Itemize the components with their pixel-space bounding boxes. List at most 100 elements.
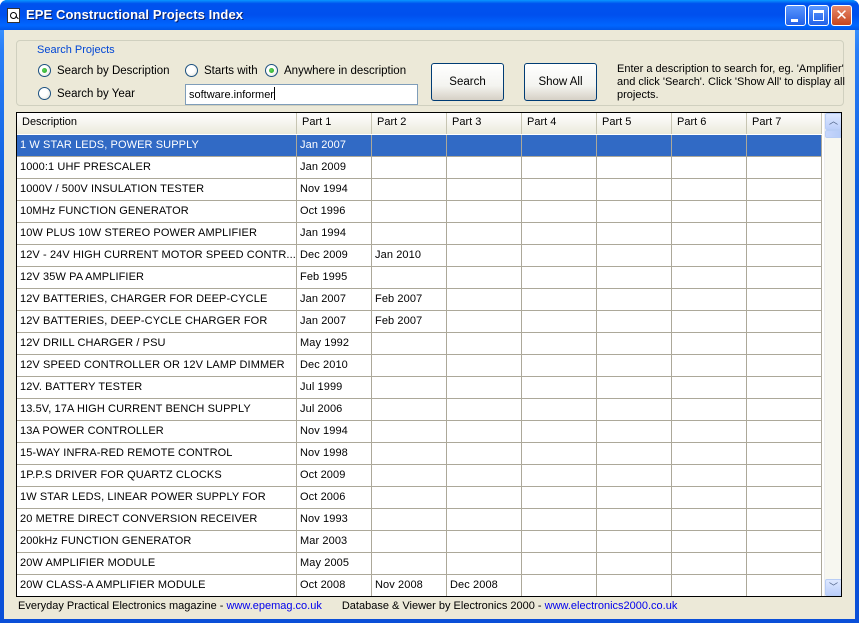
part-1-cell[interactable]: Jan 2007 — [297, 311, 372, 333]
description-cell[interactable]: 10W PLUS 10W STEREO POWER AMPLIFIER — [17, 223, 297, 245]
part-6-cell[interactable] — [672, 575, 747, 596]
part-3-cell[interactable] — [447, 465, 522, 487]
part-2-cell[interactable] — [372, 179, 447, 201]
description-cell[interactable]: 200kHz FUNCTION GENERATOR — [17, 531, 297, 553]
part-2-cell[interactable] — [372, 487, 447, 509]
part-7-cell[interactable] — [747, 377, 822, 399]
part-3-cell[interactable] — [447, 443, 522, 465]
starts-with-radio[interactable]: Starts with — [185, 64, 258, 77]
part-3-cell[interactable] — [447, 399, 522, 421]
part-2-cell[interactable] — [372, 135, 447, 157]
part-2-cell[interactable] — [372, 509, 447, 531]
part-7-cell[interactable] — [747, 201, 822, 223]
table-row[interactable]: 12V BATTERIES, CHARGER FOR DEEP-CYCLE Jan… — [17, 289, 822, 311]
part-3-cell[interactable] — [447, 377, 522, 399]
part-1-cell[interactable]: Oct 2006 — [297, 487, 372, 509]
part-5-cell[interactable] — [597, 443, 672, 465]
part-5-cell[interactable] — [597, 333, 672, 355]
description-cell[interactable]: 12V. BATTERY TESTER — [17, 377, 297, 399]
electronics2000-link[interactable]: www.electronics2000.co.uk — [545, 600, 678, 612]
part-1-cell[interactable]: Oct 2008 — [297, 575, 372, 596]
description-cell[interactable]: 20W CLASS-A AMPLIFIER MODULE — [17, 575, 297, 596]
part-7-cell[interactable] — [747, 421, 822, 443]
part-5-cell[interactable] — [597, 575, 672, 596]
minimize-button[interactable] — [785, 5, 806, 26]
part-3-cell[interactable] — [447, 487, 522, 509]
description-cell[interactable]: 12V BATTERIES, DEEP-CYCLE CHARGER FOR — [17, 311, 297, 333]
part-7-cell[interactable] — [747, 245, 822, 267]
part-7-cell[interactable] — [747, 267, 822, 289]
part-7-cell[interactable] — [747, 443, 822, 465]
column-header-part-7[interactable]: Part 7 — [747, 113, 822, 134]
description-cell[interactable]: 1000V / 500V INSULATION TESTER — [17, 179, 297, 201]
part-4-cell[interactable] — [522, 399, 597, 421]
part-5-cell[interactable] — [597, 509, 672, 531]
table-row[interactable]: 1P.P.S DRIVER FOR QUARTZ CLOCKS Oct 2009 — [17, 465, 822, 487]
part-1-cell[interactable]: Jul 2006 — [297, 399, 372, 421]
part-5-cell[interactable] — [597, 201, 672, 223]
part-7-cell[interactable] — [747, 487, 822, 509]
description-cell[interactable]: 20 METRE DIRECT CONVERSION RECEIVER — [17, 509, 297, 531]
table-row[interactable]: 1000:1 UHF PRESCALER Jan 2009 — [17, 157, 822, 179]
part-1-cell[interactable]: Oct 1996 — [297, 201, 372, 223]
description-cell[interactable]: 12V SPEED CONTROLLER OR 12V LAMP DIMMER — [17, 355, 297, 377]
part-2-cell[interactable]: Nov 2008 — [372, 575, 447, 596]
part-6-cell[interactable] — [672, 553, 747, 575]
table-row[interactable]: 1000V / 500V INSULATION TESTER Nov 1994 — [17, 179, 822, 201]
part-4-cell[interactable] — [522, 157, 597, 179]
part-3-cell[interactable] — [447, 245, 522, 267]
description-cell[interactable]: 13.5V, 17A HIGH CURRENT BENCH SUPPLY — [17, 399, 297, 421]
part-4-cell[interactable] — [522, 509, 597, 531]
part-7-cell[interactable] — [747, 399, 822, 421]
part-2-cell[interactable] — [372, 355, 447, 377]
part-5-cell[interactable] — [597, 421, 672, 443]
part-7-cell[interactable] — [747, 531, 822, 553]
part-6-cell[interactable] — [672, 421, 747, 443]
part-7-cell[interactable] — [747, 333, 822, 355]
part-1-cell[interactable]: Jan 2007 — [297, 289, 372, 311]
part-6-cell[interactable] — [672, 377, 747, 399]
part-4-cell[interactable] — [522, 487, 597, 509]
part-7-cell[interactable] — [747, 553, 822, 575]
part-3-cell[interactable] — [447, 157, 522, 179]
part-6-cell[interactable] — [672, 355, 747, 377]
part-6-cell[interactable] — [672, 267, 747, 289]
part-5-cell[interactable] — [597, 487, 672, 509]
part-7-cell[interactable] — [747, 157, 822, 179]
part-1-cell[interactable]: Nov 1994 — [297, 179, 372, 201]
part-4-cell[interactable] — [522, 223, 597, 245]
table-row[interactable]: 12V 35W PA AMPLIFIER Feb 1995 — [17, 267, 822, 289]
part-3-cell[interactable] — [447, 333, 522, 355]
part-3-cell[interactable] — [447, 421, 522, 443]
part-7-cell[interactable] — [747, 223, 822, 245]
part-5-cell[interactable] — [597, 399, 672, 421]
column-header-part-3[interactable]: Part 3 — [447, 113, 522, 134]
table-row[interactable]: 10W PLUS 10W STEREO POWER AMPLIFIER Jan 1… — [17, 223, 822, 245]
part-2-cell[interactable] — [372, 201, 447, 223]
part-5-cell[interactable] — [597, 157, 672, 179]
column-header-part-1[interactable]: Part 1 — [297, 113, 372, 134]
table-row[interactable]: 12V BATTERIES, DEEP-CYCLE CHARGER FOR Jan… — [17, 311, 822, 333]
part-7-cell[interactable] — [747, 509, 822, 531]
projects-grid[interactable]: Description Part 1 Part 2 Part 3 Part 4 Part … — [16, 112, 842, 597]
anywhere-in-description-radio[interactable]: Anywhere in description — [265, 64, 406, 77]
part-2-cell[interactable] — [372, 223, 447, 245]
part-5-cell[interactable] — [597, 311, 672, 333]
description-cell[interactable]: 1P.P.S DRIVER FOR QUARTZ CLOCKS — [17, 465, 297, 487]
magnifier-document-icon[interactable] — [7, 8, 20, 23]
part-2-cell[interactable] — [372, 377, 447, 399]
part-5-cell[interactable] — [597, 531, 672, 553]
part-6-cell[interactable] — [672, 157, 747, 179]
column-header-part-4[interactable]: Part 4 — [522, 113, 597, 134]
part-5-cell[interactable] — [597, 245, 672, 267]
close-button[interactable]: ✕ — [831, 5, 852, 26]
part-1-cell[interactable]: Jan 1994 — [297, 223, 372, 245]
part-4-cell[interactable] — [522, 465, 597, 487]
show-all-button[interactable]: Show All — [524, 63, 597, 101]
part-1-cell[interactable]: Jan 2009 — [297, 157, 372, 179]
table-row[interactable]: 1W STAR LEDS, LINEAR POWER SUPPLY FOR Oct… — [17, 487, 822, 509]
part-1-cell[interactable]: Feb 1995 — [297, 267, 372, 289]
part-5-cell[interactable] — [597, 465, 672, 487]
part-2-cell[interactable] — [372, 421, 447, 443]
part-7-cell[interactable] — [747, 135, 822, 157]
